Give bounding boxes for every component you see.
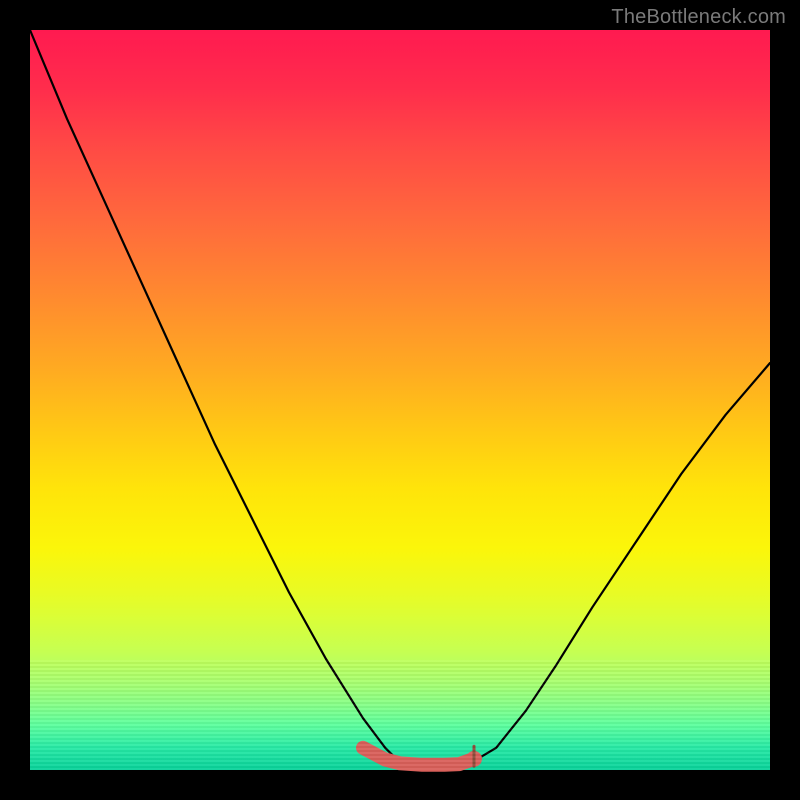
chart-frame: TheBottleneck.com — [0, 0, 800, 800]
watermark-text: TheBottleneck.com — [611, 6, 786, 29]
bottleneck-curve — [30, 30, 770, 766]
chart-svg — [30, 30, 770, 770]
plot-area — [30, 30, 770, 770]
optimal-range-highlight — [363, 748, 474, 765]
